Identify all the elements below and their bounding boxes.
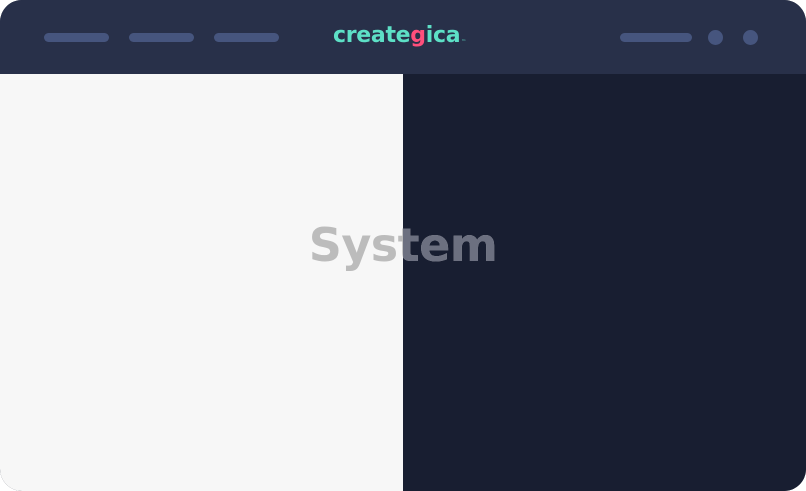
theme-mode-label-dark-overlay: System <box>403 0 806 491</box>
nav-item-placeholder-2[interactable] <box>129 33 194 42</box>
theme-mode-label-dark-part: System <box>403 218 498 272</box>
nav-item-placeholder-3[interactable] <box>214 33 279 42</box>
logo-text-part-1: create <box>333 23 411 48</box>
light-theme-pane <box>0 74 403 491</box>
theme-preview-window: create g ica ™ System System <box>0 0 806 491</box>
nav-item-placeholder-1[interactable] <box>44 33 109 42</box>
